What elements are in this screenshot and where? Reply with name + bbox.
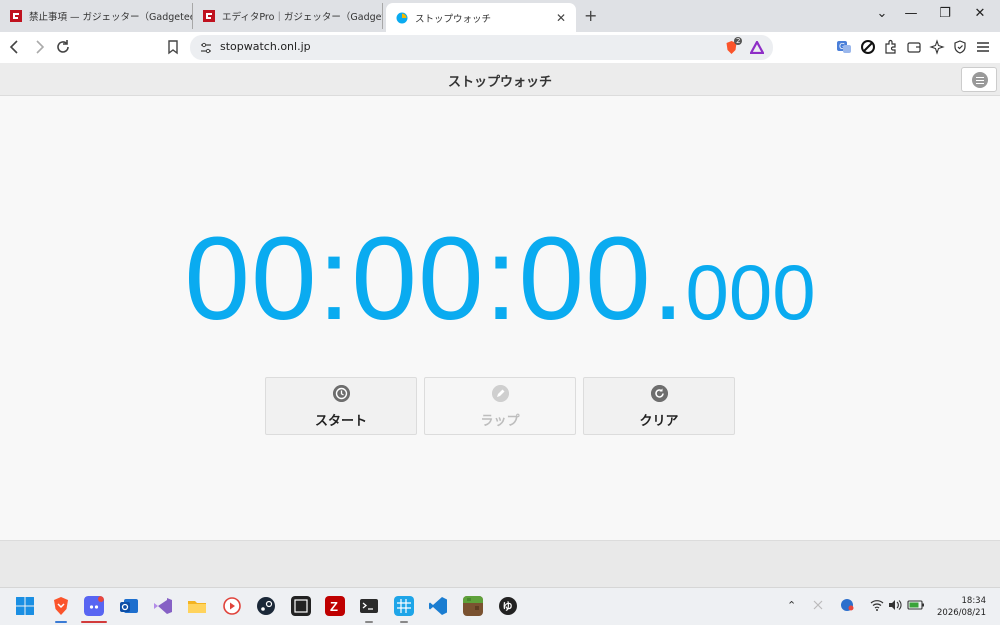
timer-minutes: 00 (351, 213, 485, 345)
minimize-button[interactable]: — (901, 6, 921, 21)
browser-toolbar: stopwatch.onl.jp 2 G (0, 32, 1000, 63)
address-bar[interactable]: stopwatch.onl.jp 2 (190, 35, 773, 60)
close-tab-icon[interactable]: ✕ (556, 11, 566, 25)
site-settings-icon[interactable] (200, 42, 212, 54)
gadgeteer-favicon-icon (10, 10, 22, 22)
stopwatch-page: ストップウォッチ 00:00:00.000 スタート ラップ クリア (0, 63, 1000, 587)
start-button[interactable]: スタート (265, 377, 417, 435)
block-icon[interactable] (860, 39, 876, 55)
translate-icon[interactable]: G (836, 39, 852, 55)
visual-studio-icon[interactable] (153, 596, 173, 616)
tray-overflow-icon[interactable]: ⌃ (787, 599, 796, 612)
wallet-icon[interactable] (906, 39, 922, 55)
snipping-tool-icon[interactable] (291, 596, 311, 616)
clock-time: 18:34 (961, 596, 987, 606)
taskbar-clock[interactable]: 18:34 2026/08/21 (937, 595, 986, 619)
volume-icon[interactable] (888, 599, 902, 611)
new-tab-button[interactable]: + (584, 6, 597, 25)
back-icon[interactable] (6, 38, 24, 56)
pencil-icon (492, 385, 509, 402)
clock-icon (333, 385, 350, 402)
browser-tab-1[interactable]: 禁止事項 — ガジェッター（Gadgeteer） (0, 3, 193, 29)
page-header: ストップウォッチ (0, 63, 1000, 96)
browser-tab-2[interactable]: エディタPro｜ガジェッター（Gadgeteer） (193, 3, 383, 29)
timer-seconds: 00 (518, 213, 652, 345)
bookmark-icon[interactable] (164, 38, 182, 56)
clear-button[interactable]: クリア (583, 377, 735, 435)
control-buttons: スタート ラップ クリア (265, 377, 735, 435)
discord-indicator (81, 621, 107, 623)
brave-browser-icon[interactable] (51, 596, 71, 616)
tab-title: エディタPro｜ガジェッター（Gadgeteer） (222, 12, 382, 23)
leo-ai-icon[interactable] (929, 39, 945, 55)
yu-app-icon[interactable]: ゆ (498, 596, 518, 616)
svg-text:ゆ: ゆ (503, 601, 513, 613)
tab-title: 禁止事項 — ガジェッター（Gadgeteer） (29, 12, 192, 23)
browser-tab-strip: 禁止事項 — ガジェッター（Gadgeteer） エディタPro｜ガジェッター（… (0, 0, 1000, 32)
close-window-button[interactable]: ✕ (970, 6, 990, 21)
tab-title: ストップウォッチ (415, 13, 492, 25)
media-player-icon[interactable] (222, 596, 242, 616)
windows-start-icon[interactable] (15, 596, 35, 616)
lap-label: ラップ (480, 414, 520, 429)
menu-icon (972, 72, 988, 88)
shields-badge: 2 (734, 37, 743, 45)
timer-hours: 00 (184, 213, 318, 345)
wifi-icon[interactable] (870, 599, 884, 611)
calculator-grid-icon[interactable] (394, 596, 414, 616)
timer-display: 00:00:00.000 (0, 211, 1000, 347)
terminal-icon[interactable] (359, 596, 379, 616)
svg-text:Z: Z (330, 599, 338, 614)
browser-tab-active[interactable]: ストップウォッチ ✕ (386, 3, 576, 32)
vscode-icon[interactable] (428, 596, 448, 616)
battery-icon[interactable] (907, 599, 925, 611)
minecraft-icon[interactable] (463, 596, 483, 616)
reload-icon[interactable] (54, 38, 72, 56)
forward-icon[interactable] (30, 38, 48, 56)
timer-separator: : (317, 213, 352, 345)
hamburger-menu-icon[interactable] (975, 39, 991, 55)
lap-button[interactable]: ラップ (424, 377, 576, 435)
stopwatch-favicon-icon (396, 12, 408, 23)
onedrive-icon[interactable] (840, 598, 854, 612)
page-footer (0, 540, 1000, 587)
active-app-indicator (55, 621, 67, 623)
extensions-icon[interactable] (883, 39, 899, 55)
clock-date: 2026/08/21 (937, 608, 986, 618)
discord-icon[interactable] (84, 596, 104, 616)
start-label: スタート (314, 414, 367, 429)
timer-separator: : (484, 213, 519, 345)
menu-button[interactable] (961, 67, 997, 92)
clear-label: クリア (639, 414, 679, 429)
timer-milliseconds: 000 (685, 248, 816, 336)
timer-dot: . (651, 213, 686, 345)
file-explorer-icon[interactable] (187, 596, 207, 616)
filezilla-icon[interactable]: Z (325, 596, 345, 616)
windows-taskbar: Z ゆ ⌃ 18:34 2026/08/21 (0, 587, 1000, 625)
refresh-icon (651, 385, 668, 402)
tab-search-dropdown-icon[interactable]: ⌄ (872, 6, 892, 21)
terminal-indicator (365, 621, 373, 623)
url-text: stopwatch.onl.jp (220, 40, 311, 53)
gadgeteer-favicon-icon (203, 10, 215, 22)
brave-rewards-icon[interactable] (750, 41, 764, 54)
outlook-icon[interactable] (119, 596, 139, 616)
restore-button[interactable]: ❐ (935, 6, 955, 21)
steam-icon[interactable] (256, 596, 276, 616)
tray-app-icon[interactable] (812, 599, 824, 611)
vpn-shield-icon[interactable] (952, 39, 968, 55)
calculator-indicator (400, 621, 408, 623)
page-title: ストップウォッチ (447, 75, 552, 90)
